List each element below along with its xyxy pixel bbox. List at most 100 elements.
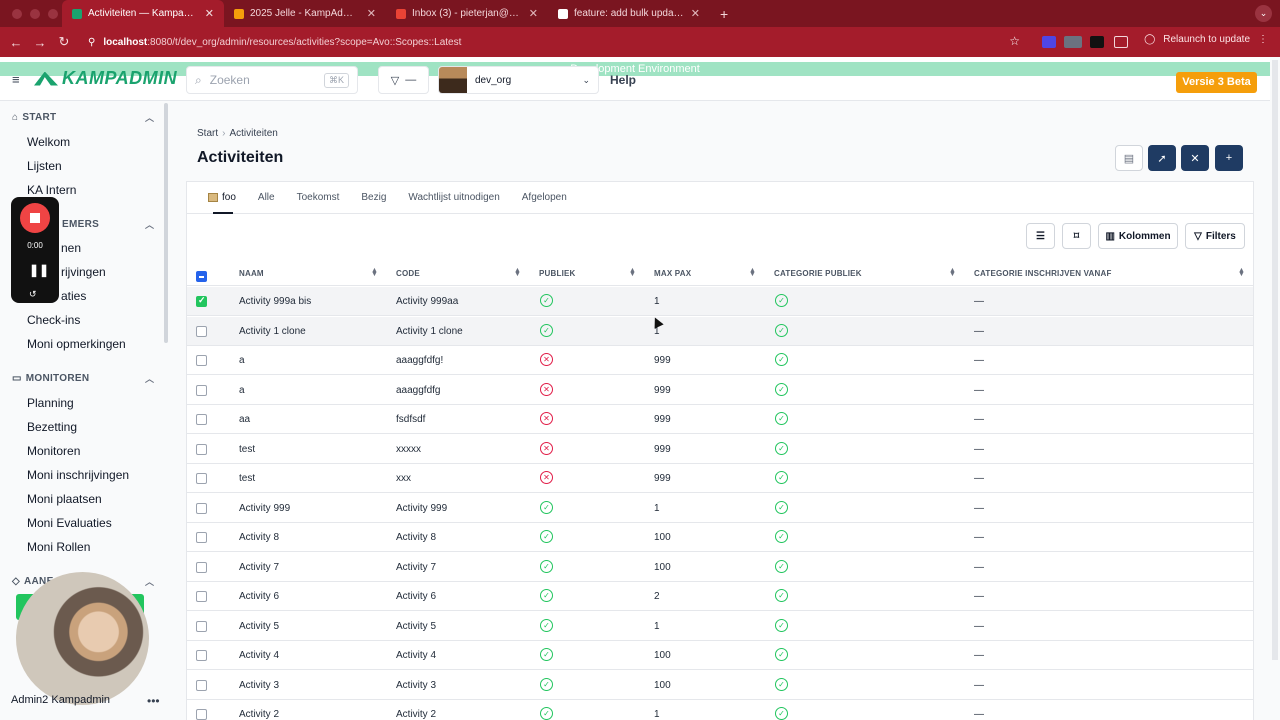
cell-naam[interactable]: Activity 7	[239, 562, 279, 573]
extension-icon[interactable]	[1042, 36, 1056, 48]
saved-views-button[interactable]: ⌑	[1062, 223, 1091, 249]
row-checkbox[interactable]	[196, 561, 207, 573]
quick-filter-button[interactable]: ▽ —	[378, 66, 429, 94]
sidebar-item-ka-intern[interactable]: KA Intern	[27, 183, 76, 197]
pause-icon[interactable]: ❚❚	[29, 263, 49, 277]
table-row[interactable]: Activity 4 Activity 4 ✓ 100 ✓ —	[187, 641, 1253, 670]
table-row[interactable]: Activity 6 Activity 6 ✓ 2 ✓ —	[187, 582, 1253, 611]
columns-button[interactable]: ▥ Kolommen	[1098, 223, 1178, 249]
table-row[interactable]: Activity 8 Activity 8 ✓ 100 ✓ —	[187, 523, 1253, 552]
restart-icon[interactable]: ↺	[29, 289, 37, 300]
reload-icon[interactable]: ↻	[52, 34, 76, 50]
select-all-checkbox[interactable]	[196, 271, 207, 282]
sort-icon[interactable]: ▲ ▼	[629, 267, 636, 278]
breadcrumb-start[interactable]: Start	[197, 128, 218, 139]
cell-naam[interactable]: a	[239, 355, 245, 366]
row-checkbox[interactable]	[196, 532, 207, 543]
search-input[interactable]: ⌕ Zoeken ⌘K	[186, 66, 358, 94]
address-bar[interactable]: ⚲ localhost:8080/t/dev_org/admin/resourc…	[80, 31, 1028, 53]
cell-naam[interactable]: aa	[239, 414, 250, 425]
row-checkbox[interactable]	[196, 414, 207, 425]
close-tab-icon[interactable]: ✕	[205, 7, 214, 20]
filters-button[interactable]: ▽ Filters	[1185, 223, 1245, 249]
row-checkbox[interactable]	[196, 443, 207, 455]
profile-icon[interactable]: ◯	[1144, 34, 1155, 45]
cell-naam[interactable]: Activity 999	[239, 503, 290, 514]
menu-icon[interactable]: ≡	[12, 72, 20, 87]
tab-wachtlijst-uitnodigen[interactable]: Wachtlijst uitnodigen	[397, 181, 510, 213]
sidebar-item-planning[interactable]: Planning	[27, 396, 74, 410]
close-tab-icon[interactable]: ✕	[529, 7, 538, 20]
sidebar-item-deelnemers-1[interactable]: nen	[61, 241, 81, 255]
logo[interactable]: KAMPADMIN	[34, 68, 177, 89]
row-checkbox[interactable]	[196, 620, 207, 632]
sidebar-item-inschrijvingen[interactable]: rijvingen	[61, 265, 106, 279]
window-controls[interactable]	[0, 8, 62, 19]
table-row[interactable]: Activity 2 Activity 2 ✓ 1 ✓ —	[187, 700, 1253, 720]
close-tab-icon[interactable]: ✕	[367, 7, 376, 20]
row-checkbox[interactable]	[196, 591, 207, 602]
row-checkbox[interactable]	[196, 502, 207, 514]
organisation-select[interactable]: dev_org ⌄	[438, 66, 599, 94]
sidebar-item-lijsten[interactable]: Lijsten	[27, 159, 62, 173]
sort-icon[interactable]: ▲ ▼	[514, 267, 521, 278]
list-view-button[interactable]: ☰	[1026, 223, 1055, 249]
sidebar-item-moni-opmerkingen[interactable]: Moni opmerkingen	[27, 337, 126, 351]
cell-naam[interactable]: a	[239, 385, 245, 396]
tab-afgelopen[interactable]: Afgelopen	[511, 181, 578, 213]
sidebar-item-monitoren[interactable]: Monitoren	[27, 444, 80, 458]
new-tab-icon[interactable]: +	[710, 6, 728, 22]
browser-menu-icon[interactable]: ⋮	[1258, 34, 1268, 45]
table-row[interactable]: aa fsdfsdf ✕ 999 ✓ —	[187, 405, 1253, 434]
cell-naam[interactable]: test	[239, 444, 255, 455]
tab-alle[interactable]: Alle	[247, 181, 286, 213]
current-user[interactable]: Admin2 Kampadmin	[11, 694, 110, 706]
close-tab-icon[interactable]: ✕	[691, 7, 700, 20]
table-row[interactable]: Activity 1 clone Activity 1 clone ✓ 1 ✓ —	[187, 316, 1253, 346]
sidebar-item-moni-evaluaties[interactable]: Moni Evaluaties	[27, 516, 112, 530]
sidebar-item-moni-inschrijvingen[interactable]: Moni inschrijvingen	[27, 468, 129, 482]
cell-naam[interactable]: Activity 999a bis	[239, 296, 311, 307]
sort-icon[interactable]: ▲ ▼	[371, 267, 378, 278]
tools-action-button[interactable]: ✕	[1181, 145, 1209, 171]
cell-naam[interactable]: Activity 8	[239, 532, 279, 543]
cell-naam[interactable]: Activity 5	[239, 621, 279, 632]
cell-naam[interactable]: test	[239, 473, 255, 484]
column-header-categorie-publiek[interactable]: CATEGORIE PUBLIEK	[774, 269, 862, 278]
browser-tab[interactable]: Inbox (3) - pieterjan@kampac ✕	[386, 0, 548, 27]
sidebar-item-deelnemers-3[interactable]: aties	[61, 289, 86, 303]
sidebar-item-moni-rollen[interactable]: Moni Rollen	[27, 540, 90, 554]
tab-toekomst[interactable]: Toekomst	[286, 181, 351, 213]
sort-icon[interactable]: ▲ ▼	[1238, 267, 1245, 278]
cell-naam[interactable]: Activity 6	[239, 591, 279, 602]
more-options-icon[interactable]: •••	[147, 694, 160, 708]
browser-tab[interactable]: Activiteiten — Kampadmin v3 ✕	[62, 0, 224, 27]
tab-bezig[interactable]: Bezig	[350, 181, 397, 213]
table-row[interactable]: test xxx ✕ 999 ✓ —	[187, 464, 1253, 493]
cell-naam[interactable]: Activity 4	[239, 650, 279, 661]
back-icon[interactable]: ←	[4, 35, 28, 50]
stop-recording-icon[interactable]	[20, 203, 50, 233]
table-row[interactable]: test xxxxx ✕ 999 ✓ —	[187, 435, 1253, 464]
column-header-naam[interactable]: NAAM	[239, 269, 264, 278]
row-checkbox[interactable]	[196, 650, 207, 661]
row-checkbox[interactable]	[196, 295, 207, 307]
sidebar-item-bezetting[interactable]: Bezetting	[27, 420, 77, 434]
rocket-action-button[interactable]: ➚	[1148, 145, 1176, 171]
table-row[interactable]: Activity 3 Activity 3 ✓ 100 ✓ —	[187, 671, 1253, 700]
column-header-max-pax[interactable]: MAX PAX	[654, 269, 691, 278]
table-row[interactable]: Activity 999a bis Activity 999aa ✓ 1 ✓ —	[187, 287, 1253, 316]
forward-icon[interactable]: →	[28, 35, 52, 50]
version-badge[interactable]: Versie 3 Beta	[1176, 72, 1257, 93]
extensions-puzzle-icon[interactable]	[1114, 36, 1128, 48]
extension-icon[interactable]	[1064, 36, 1082, 48]
sidebar-section-start[interactable]: ⌂ START ︿	[12, 112, 154, 123]
sidebar-item-welkom[interactable]: Welkom	[27, 135, 70, 149]
browser-tab[interactable]: 2025 Jelle - KampAdmin - Go ✕	[224, 0, 386, 27]
create-button[interactable]: +	[1215, 145, 1243, 171]
browser-tab[interactable]: feature: add bulk update by N ✕	[548, 0, 710, 27]
sidebar-section-monitoren[interactable]: ▭ MONITOREN ︿	[12, 373, 154, 384]
column-header-publiek[interactable]: PUBLIEK	[539, 269, 576, 278]
table-row[interactable]: a aaaggfdfg ✕ 999 ✓ —	[187, 376, 1253, 405]
tab-search-icon[interactable]: ⌄	[1255, 5, 1272, 22]
